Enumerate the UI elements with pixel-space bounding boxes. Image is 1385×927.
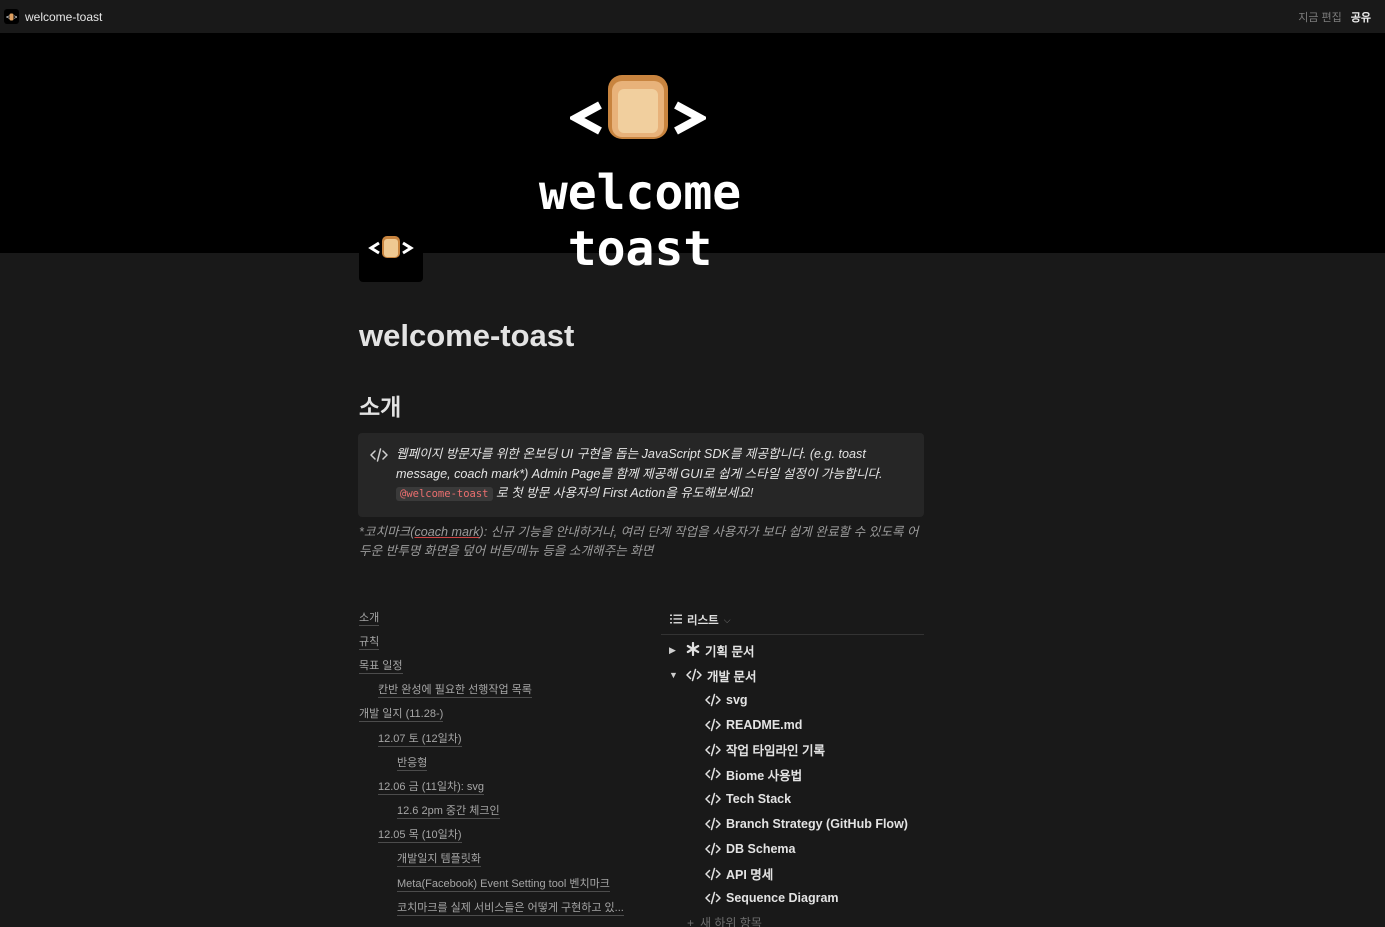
code-icon [705,792,721,806]
toc-item[interactable]: 소개 [359,606,649,630]
code-icon [705,842,721,856]
svg-text:>: > [14,14,17,21]
toc-link[interactable]: 개발 일지 (11.28-) [359,707,444,723]
toc-item[interactable]: 반응형 [359,751,649,775]
toc-link[interactable]: 규칙 [359,635,380,650]
toc-link[interactable]: 코치마크를 실제 서비스들은 어떻게 구현하고 있... [397,901,624,916]
breadcrumb-title[interactable]: welcome-toast [25,10,102,24]
toc-item[interactable]: 12.07 토 (12일차) [359,727,649,751]
breadcrumb[interactable]: < > welcome-toast [4,9,102,24]
toggle-expanded-icon[interactable]: ▼ [669,670,681,680]
toc-link[interactable]: 12.05 목 (10일차) [378,828,462,844]
share-button[interactable]: 공유 [1351,9,1371,25]
callout-text: 웹페이지 방문자를 위한 온보딩 UI 구현을 돕는 JavaScript SD… [396,445,908,507]
page-title[interactable]: welcome-toast [359,316,574,356]
code-icon [686,668,702,682]
code-icon [370,447,388,465]
list-item-label: API 명세 [726,868,774,883]
code-icon [705,718,721,732]
code-icon [705,892,721,905]
callout-text-main: 웹페이지 방문자를 위한 온보딩 UI 구현을 돕는 JavaScript SD… [396,447,883,481]
code-icon [705,867,721,880]
list-item[interactable]: Tech Stack [661,787,924,812]
section-heading-intro[interactable]: 소개 [359,390,401,424]
list-item-label: Tech Stack [726,792,792,807]
toc-item[interactable]: 개발일지 템플릿화 [359,848,649,872]
list-icon [670,614,682,627]
code-icon [705,817,721,831]
list-item-label: Sequence Diagram [726,891,839,906]
page-icon[interactable] [359,218,423,282]
group-row-dev[interactable]: ▼ 개발 문서 [661,663,924,688]
toc-link[interactable]: 칸반 완성에 필요한 선행작업 목록 [378,683,532,699]
list-item-label: 작업 타임라인 기록 [726,744,825,759]
toc-item[interactable]: 칸반 완성에 필요한 선행작업 목록 [359,679,649,703]
code-icon [705,743,721,756]
intro-callout[interactable]: 웹페이지 방문자를 위한 온보딩 UI 구현을 돕는 JavaScript SD… [358,433,924,517]
docs-database: 리스트 ⌵ ▶ 기획 문서 ▼ 개발 문서 svg README.md 작업 타… [661,606,924,927]
list-item[interactable]: svg [661,688,924,713]
code-icon [705,768,721,781]
chevron-down-icon[interactable]: ⌵ [724,615,731,626]
list-item[interactable]: Sequence Diagram [661,886,924,911]
inline-code: @welcome-toast [396,487,493,501]
toc-link[interactable]: 12.07 토 (12일차) [378,732,462,747]
list-item[interactable]: DB Schema [661,836,924,861]
toc-item[interactable]: 12.6 2pm 중간 체크인 [359,800,649,824]
group-label: 기획 문서 [705,644,755,659]
coach-mark-note[interactable]: *코치마크(coach mark): 신규 기능을 안내하거나, 여러 단계 작… [359,523,923,561]
toc-item[interactable]: 목표 일정 [359,654,649,678]
toc-item[interactable]: 12.05 목 (10일차) [359,824,649,848]
group-row-planning[interactable]: ▶ 기획 문서 [661,638,924,663]
list-item[interactable]: Branch Strategy (GitHub Flow) [661,812,924,837]
group-label: 개발 문서 [707,669,757,684]
svg-text:<: < [6,14,10,21]
toc-item[interactable]: 12.06 금 (11일차): svg [359,775,649,799]
toc-link[interactable]: 개발일지 템플릿화 [397,852,482,868]
list-item-label: README.md [726,717,803,732]
list-item-label: svg [726,692,748,707]
list-item[interactable]: README.md [661,712,924,737]
toc-link[interactable]: 12.06 금 (11일차): svg [378,780,484,795]
toc-link[interactable]: 12.6 2pm 중간 체크인 [397,804,500,820]
toggle-collapsed-icon[interactable]: ▶ [669,645,681,656]
list-item[interactable]: API 명세 [661,861,924,886]
plus-icon: + [687,915,695,927]
list-item-label: DB Schema [726,841,796,856]
asterisk-icon [686,641,700,659]
new-sub-item-label: 새 하위 항목 [700,916,762,927]
toc-link[interactable]: 목표 일정 [359,659,403,674]
code-bread-logo-icon [567,71,709,141]
new-sub-item-button[interactable]: + 새 하위 항목 [661,913,924,927]
note-term: coach mark [414,525,480,539]
toc-link[interactable]: Meta(Facebook) Event Setting tool 벤치마크 [397,877,610,892]
table-of-contents: 소개 규칙 목표 일정 칸반 완성에 필요한 선행작업 목록 개발 일지 (11… [359,606,649,920]
toc-item[interactable]: Meta(Facebook) Event Setting tool 벤치마크 [359,872,649,896]
callout-text-end: 로 첫 방문 사용자의 First Action을 유도해보세요! [492,486,754,500]
page-small-icon: < > [4,9,19,24]
note-prefix: *코치마크( [359,525,415,539]
cover-title: welcome toast [538,165,742,277]
list-item-label: Biome 사용법 [726,768,803,783]
edited-status: 지금 편집 [1298,11,1342,24]
top-bar: < > welcome-toast 지금 편집 공유 [0,0,1385,33]
list-item[interactable]: 작업 타임라인 기록 [661,737,924,762]
toc-link[interactable]: 반응형 [397,756,428,771]
toc-item[interactable]: 규칙 [359,630,649,654]
view-label: 리스트 [687,615,719,627]
code-icon [705,693,721,707]
cover-image[interactable]: welcome toast [0,33,1385,277]
list-item-label: Branch Strategy (GitHub Flow) [726,816,908,831]
toc-item[interactable]: 개발 일지 (11.28-) [359,703,649,727]
list-item[interactable]: Biome 사용법 [661,762,924,787]
view-tab-list[interactable]: 리스트 ⌵ [661,606,924,635]
toc-item[interactable]: 코치마크를 실제 서비스들은 어떻게 구현하고 있... [359,896,649,920]
toc-link[interactable]: 소개 [359,611,380,626]
